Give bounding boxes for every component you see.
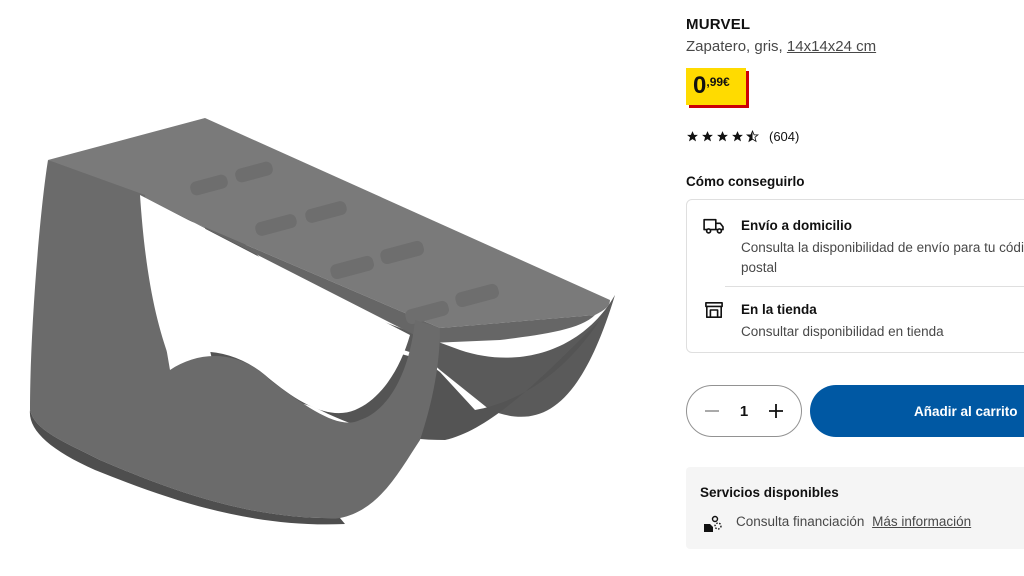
in-store-title: En la tienda: [741, 302, 817, 317]
product-page: MURVEL Zapatero, gris, 14x14x24 cm 0 ,99…: [0, 0, 1024, 576]
add-to-cart-label: Añadir al carrito: [914, 403, 1018, 419]
product-image[interactable]: [20, 110, 620, 530]
services-title: Servicios disponibles: [700, 485, 839, 500]
minus-icon: [705, 410, 719, 412]
availability-title: Cómo conseguirlo: [686, 174, 805, 189]
home-delivery-title: Envío a domicilio: [741, 218, 853, 233]
product-dimensions-link[interactable]: 14x14x24 cm: [787, 38, 876, 55]
divider: [725, 286, 1024, 287]
financing-row: Consulta financiación Más información: [736, 514, 971, 529]
services-panel: Servicios disponibles Consulta financiac…: [686, 467, 1024, 549]
price-tag: 0 ,99€: [686, 68, 746, 105]
star-icon: [717, 131, 728, 142]
quantity-value[interactable]: 1: [740, 403, 748, 420]
store-icon: [705, 301, 723, 319]
availability-options: Envío a domicilio Consulta la disponibil…: [686, 199, 1024, 353]
review-count: (604): [769, 129, 800, 144]
decrease-quantity-button[interactable]: [703, 402, 721, 420]
home-delivery-text: Consulta la disponibilidad de envío para…: [741, 240, 1024, 275]
plus-icon: [769, 404, 783, 418]
financing-icon: [704, 515, 722, 532]
add-to-cart-button[interactable]: Añadir al carrito: [810, 385, 1024, 437]
rating-stars: [686, 130, 759, 143]
price-integer: 0: [693, 72, 707, 99]
financing-text: Consulta financiación: [736, 514, 865, 529]
increase-quantity-button[interactable]: [767, 402, 785, 420]
more-info-link[interactable]: Más información: [872, 514, 971, 529]
product-info: MURVEL Zapatero, gris, 14x14x24 cm 0 ,99…: [686, 0, 1024, 576]
in-store-text: Consultar disponibilidad en tienda: [741, 324, 944, 339]
product-name: MURVEL: [686, 16, 751, 33]
quantity-stepper: 1: [686, 385, 802, 437]
half-star-icon: [746, 130, 759, 143]
product-description: Zapatero, gris, 14x14x24 cm: [686, 38, 876, 55]
star-icon: [732, 131, 743, 142]
truck-icon: [703, 218, 724, 234]
product-rating[interactable]: (604): [686, 129, 799, 144]
product-description-text: Zapatero, gris,: [686, 38, 783, 55]
star-icon: [702, 131, 713, 142]
star-icon: [687, 131, 698, 142]
price-decimal: ,99€: [706, 75, 730, 89]
